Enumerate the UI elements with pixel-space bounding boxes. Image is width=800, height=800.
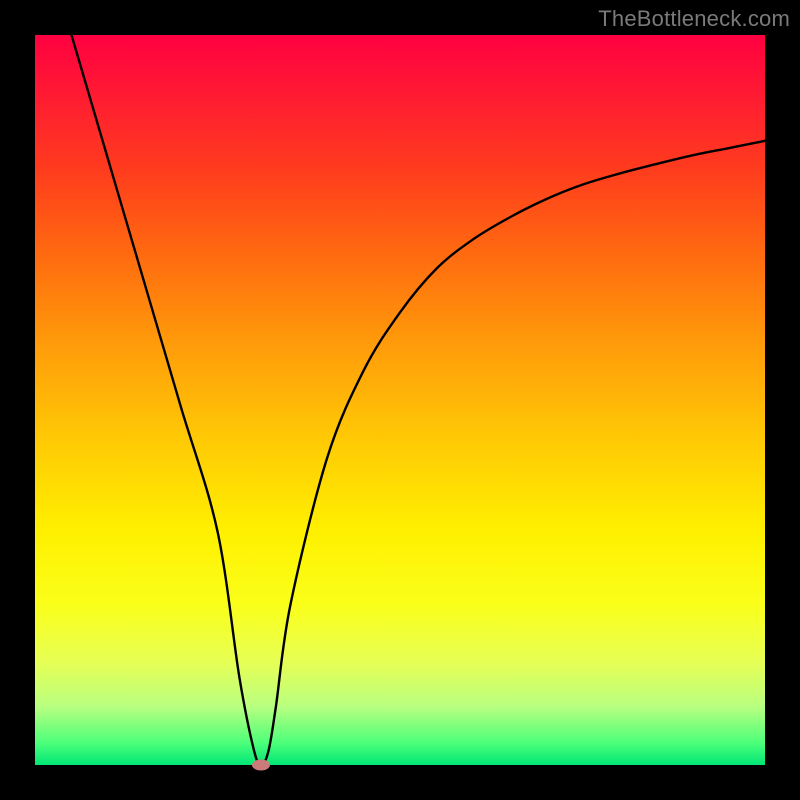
bottleneck-curve: [72, 35, 766, 765]
minimum-marker: [252, 760, 270, 771]
watermark-text: TheBottleneck.com: [598, 6, 790, 32]
curve-svg: [35, 35, 765, 765]
plot-area: [35, 35, 765, 765]
chart-frame: TheBottleneck.com: [0, 0, 800, 800]
